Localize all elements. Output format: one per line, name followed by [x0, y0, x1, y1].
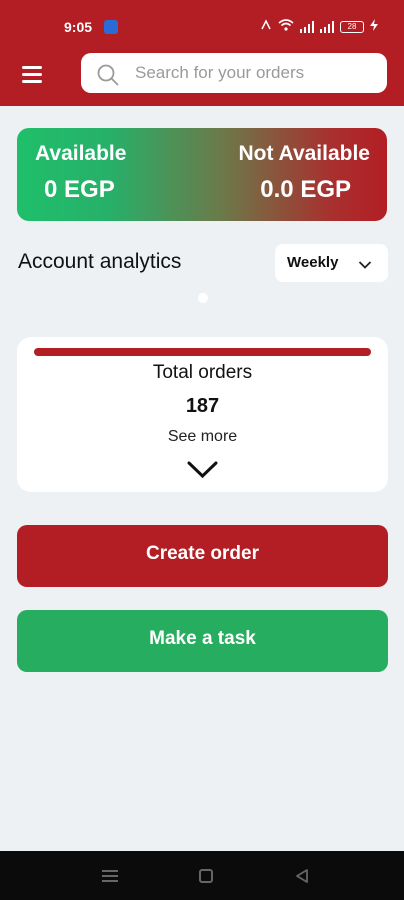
signal-icon-2	[320, 21, 334, 33]
chevron-down-icon	[358, 257, 372, 269]
period-selected-value: Weekly	[287, 254, 339, 271]
total-orders-count: 187	[185, 395, 220, 417]
see-more-link[interactable]: See more	[17, 428, 388, 446]
not-available-label: Not Available	[238, 142, 370, 165]
total-orders-card: Total orders 187 See more	[17, 337, 388, 492]
expand-chevron-icon[interactable]	[187, 461, 218, 479]
create-order-button[interactable]: Create order	[17, 525, 388, 587]
search-input[interactable]	[135, 53, 375, 93]
system-navigation-bar	[0, 851, 404, 900]
signal-icon	[300, 21, 314, 33]
balance-card: Available 0 EGP Not Available 0.0 EGP	[17, 128, 387, 221]
status-indicators: 28	[260, 18, 378, 36]
total-orders-title: Total orders	[152, 362, 253, 383]
available-label: Available	[35, 142, 127, 165]
wifi-icon	[278, 18, 294, 36]
charging-icon	[370, 18, 378, 36]
home-icon[interactable]	[199, 869, 213, 883]
make-task-button[interactable]: Make a task	[17, 610, 388, 672]
back-icon[interactable]	[295, 869, 309, 883]
nfc-icon	[260, 18, 272, 36]
notification-app-icon	[104, 20, 118, 34]
orders-accent-bar	[34, 348, 371, 356]
not-available-value: 0.0 EGP	[260, 176, 351, 203]
carousel-page-indicator	[198, 293, 208, 303]
status-bar: 9:05 28	[0, 0, 404, 50]
battery-icon: 28	[340, 21, 364, 33]
period-dropdown[interactable]: Weekly	[275, 244, 388, 282]
search-icon	[95, 62, 121, 88]
available-value: 0 EGP	[44, 176, 115, 203]
status-time: 9:05	[64, 19, 93, 35]
account-analytics-title: Account analytics	[18, 250, 182, 273]
app-header: 9:05 28	[0, 0, 404, 106]
recents-icon[interactable]	[102, 868, 118, 884]
search-bar[interactable]	[81, 53, 387, 93]
hamburger-menu-icon[interactable]	[20, 64, 44, 84]
